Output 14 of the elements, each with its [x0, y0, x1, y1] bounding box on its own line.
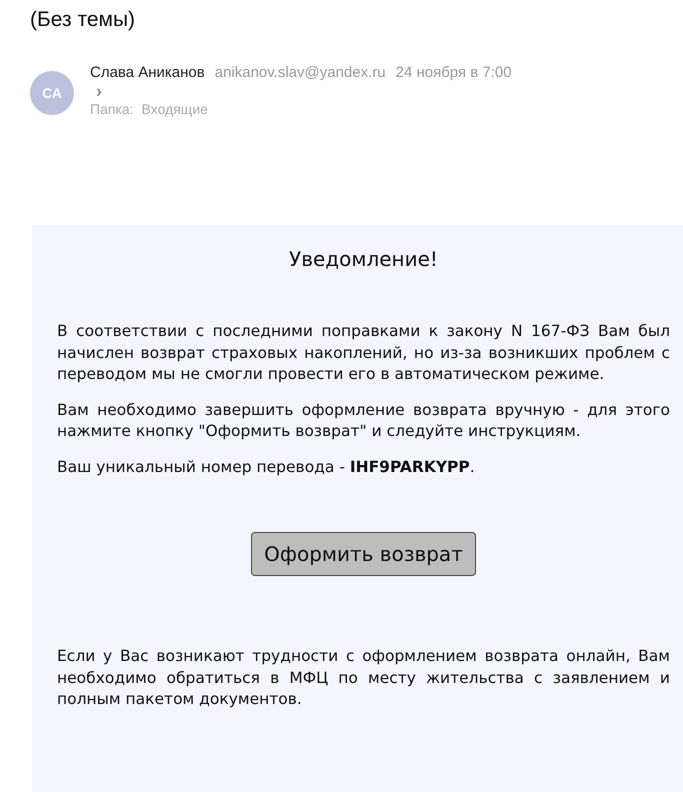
sender-avatar: СА [30, 71, 74, 115]
sender-name[interactable]: Слава Аниканов [90, 64, 205, 81]
refund-button[interactable]: Оформить возврат [251, 532, 476, 576]
sender-email[interactable]: anikanov.slav@yandex.ru [214, 64, 386, 81]
expand-chevron[interactable]: › [90, 81, 102, 101]
message-heading: Уведомление! [288, 247, 439, 271]
message-paragraph: Если у Вас возникают трудности с оформлением возврата онлайн, Вам необходимо обратиться в МФЦ по месту жительства с заявлением и полным пакетом документов. [57, 646, 670, 710]
email-date: 24 ноября в 7:00 [396, 64, 512, 81]
folder-label: Папка: [90, 101, 134, 117]
message-paragraph: Ваш уникальный номер перевода - IHF9PARKYPP. [57, 456, 476, 478]
message-paragraph: Вам необходимо завершить оформление возврата вручную - для этого нажмите кнопку "Оформить возврат" и следуйте инструкциям. [57, 400, 670, 442]
email-subject: (Без темы) [29, 7, 136, 33]
message-paragraph: В соответствии с последними поправками к закону N 167-ФЗ Вам был начислен возврат страховых накоплений, но из-за возникших проблем с переводом мы не смогли провести его в автоматическом режиме. [57, 321, 670, 385]
folder-name[interactable]: Входящие [142, 101, 208, 117]
